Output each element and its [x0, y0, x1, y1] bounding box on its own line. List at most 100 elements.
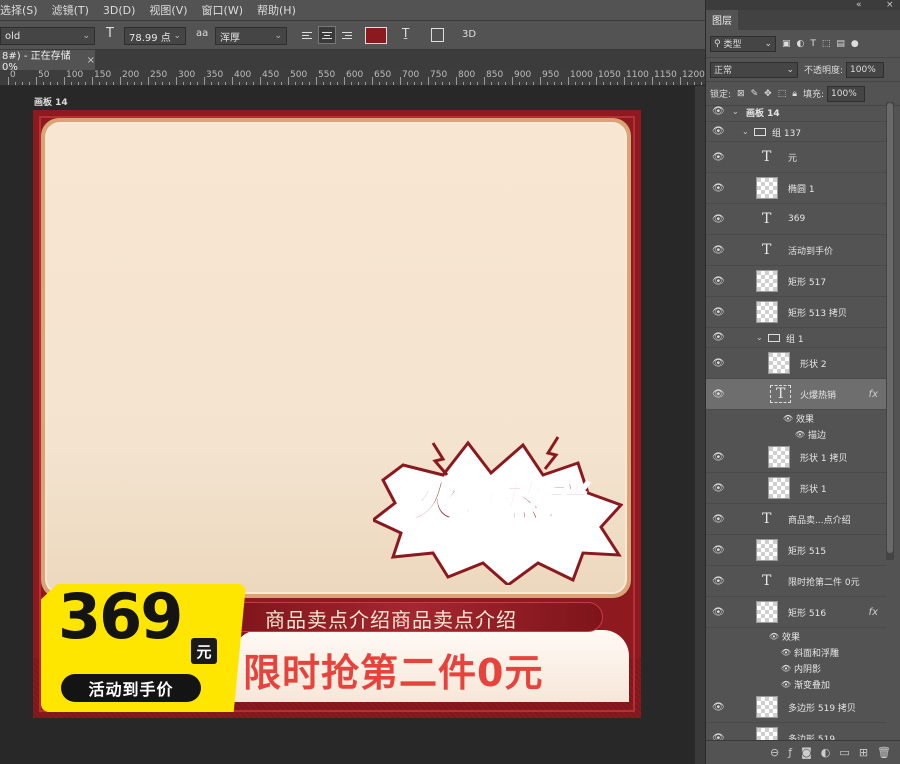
- eye-icon[interactable]: 👁︎: [712, 214, 725, 225]
- fx-icon[interactable]: fx: [869, 607, 878, 618]
- menu-view[interactable]: 视图(V): [149, 2, 187, 18]
- new-group-icon[interactable]: ▭: [839, 746, 849, 759]
- menu-window[interactable]: 窗口(W): [202, 2, 243, 18]
- align-left-button[interactable]: [299, 26, 317, 44]
- layer-effect-stroke[interactable]: 👁︎ 描边: [706, 426, 886, 442]
- eye-icon[interactable]: 👁︎: [712, 183, 725, 194]
- layer-effects[interactable]: 👁︎ 效果: [706, 410, 886, 426]
- eye-icon[interactable]: 👁︎: [712, 545, 725, 556]
- artboard[interactable]: 火爆热销 商品卖点介绍商品卖点介绍 限时抢第二件0元 369 元 活动到手价: [33, 110, 641, 718]
- layer-shape[interactable]: 👁︎ 形状 1: [706, 473, 886, 504]
- layer-group[interactable]: 👁︎ ⌄ 组 1: [706, 328, 886, 348]
- layers-tab[interactable]: 图层: [706, 9, 738, 30]
- layer-effect-gradient-overlay[interactable]: 👁︎ 渐变叠加: [706, 676, 886, 692]
- adjustment-layer-icon[interactable]: ◐: [821, 746, 831, 759]
- layer-text[interactable]: 👁︎ T 商品卖...点介绍: [706, 504, 886, 535]
- eye-icon[interactable]: 👁︎: [780, 680, 792, 689]
- menu-filter[interactable]: 滤镜(T): [52, 2, 89, 18]
- layer-shape[interactable]: 👁︎ 形状 2: [706, 348, 886, 379]
- align-center-button[interactable]: [318, 26, 336, 44]
- smart-object-filter-icon[interactable]: ▤: [836, 39, 845, 49]
- add-mask-icon[interactable]: ◙: [801, 746, 812, 759]
- text-color-swatch[interactable]: [365, 27, 387, 44]
- layer-shape[interactable]: 👁︎ 矩形 513 拷贝: [706, 297, 886, 328]
- filter-toggle-icon[interactable]: ●: [851, 39, 859, 49]
- lock-position-icon[interactable]: ✥: [764, 89, 772, 99]
- eye-icon[interactable]: 👁︎: [780, 664, 792, 673]
- eye-icon[interactable]: 👁︎: [712, 358, 725, 369]
- blend-mode-select[interactable]: 正常 ⌄: [710, 61, 798, 78]
- pixel-filter-icon[interactable]: ▣: [782, 39, 791, 49]
- eye-icon[interactable]: 👁︎: [780, 648, 792, 657]
- menu-select[interactable]: 选择(S): [0, 2, 38, 18]
- document-tab[interactable]: 8#) - 正在存储 0% ×: [0, 50, 95, 73]
- align-right-button[interactable]: [337, 26, 355, 44]
- character-panel-icon[interactable]: [431, 28, 444, 42]
- layer-effects[interactable]: 👁︎ 效果: [706, 628, 886, 644]
- lock-all-icon[interactable]: 🔒︎: [792, 89, 797, 99]
- font-style-select[interactable]: old ⌄: [0, 27, 95, 45]
- eye-icon[interactable]: 👁︎: [712, 307, 725, 318]
- layer-shape[interactable]: 👁︎ 形状 1 拷贝: [706, 442, 886, 473]
- eye-icon[interactable]: 👁︎: [712, 702, 725, 713]
- chevron-down-icon[interactable]: ⌄: [732, 107, 739, 116]
- eye-icon[interactable]: 👁︎: [712, 245, 725, 256]
- eye-icon[interactable]: 👁︎: [712, 106, 725, 117]
- layer-text-selected[interactable]: 👁︎ T 火爆热销 fx: [706, 379, 886, 410]
- eye-icon[interactable]: 👁︎: [712, 389, 725, 400]
- lock-transparent-icon[interactable]: ⊠: [737, 89, 745, 99]
- artboard-label[interactable]: 画板 14: [34, 95, 68, 108]
- shape-filter-icon[interactable]: ⬚: [822, 39, 831, 49]
- layer-effect-bevel[interactable]: 👁︎ 斜面和浮雕: [706, 644, 886, 660]
- eye-icon[interactable]: 👁︎: [782, 414, 794, 423]
- layer-shape[interactable]: 👁︎ 矩形 515: [706, 535, 886, 566]
- layer-shape[interactable]: 👁︎ 矩形 516 fx: [706, 597, 886, 628]
- eye-icon[interactable]: 👁︎: [768, 632, 780, 641]
- opacity-field[interactable]: 100%: [846, 61, 885, 78]
- eye-icon[interactable]: 👁︎: [712, 276, 725, 287]
- trash-icon[interactable]: 🗑︎: [877, 746, 891, 759]
- eye-icon[interactable]: 👁︎: [712, 332, 725, 343]
- close-icon[interactable]: ×: [886, 0, 894, 10]
- fx-icon[interactable]: fx: [869, 389, 878, 400]
- text-filter-icon[interactable]: T: [810, 39, 816, 49]
- menu-help[interactable]: 帮助(H): [257, 2, 296, 18]
- eye-icon[interactable]: 👁︎: [712, 452, 725, 463]
- collapse-panel-icon[interactable]: «: [856, 0, 862, 10]
- fill-field[interactable]: 100%: [827, 85, 866, 102]
- font-size-field[interactable]: 78.99 点 ⌄: [124, 27, 186, 45]
- lock-artboard-icon[interactable]: ⬚: [778, 89, 787, 99]
- layer-text[interactable]: 👁︎ T 369: [706, 204, 886, 235]
- antialias-select[interactable]: 浑厚 ⌄: [215, 27, 287, 45]
- eye-icon[interactable]: 👁︎: [712, 576, 725, 587]
- 3d-button[interactable]: 3D: [462, 29, 476, 40]
- layer-artboard[interactable]: 👁︎ ⌄ 画板 14: [706, 102, 886, 122]
- layer-shape[interactable]: 👁︎ 多边形 519 拷贝: [706, 692, 886, 723]
- adjustment-filter-icon[interactable]: ◐: [797, 39, 805, 49]
- layer-text[interactable]: 👁︎ T 活动到手价: [706, 235, 886, 266]
- layer-text[interactable]: 👁︎ T 限时抢第二件 0元: [706, 566, 886, 597]
- layer-effect-inner-shadow[interactable]: 👁︎ 内阴影: [706, 660, 886, 676]
- eye-icon[interactable]: 👁︎: [794, 430, 806, 439]
- menu-3d[interactable]: 3D(D): [103, 4, 136, 17]
- eye-icon[interactable]: 👁︎: [712, 514, 725, 525]
- layer-group[interactable]: 👁︎ ⌄ 组 137: [706, 122, 886, 142]
- new-layer-icon[interactable]: ⊞: [859, 746, 868, 759]
- eye-icon[interactable]: 👁︎: [712, 152, 725, 163]
- layer-shape[interactable]: 👁︎ 矩形 517: [706, 266, 886, 297]
- lock-pixels-icon[interactable]: ✎: [751, 89, 759, 99]
- warp-text-icon[interactable]: Ṯ: [402, 26, 409, 40]
- chevron-down-icon[interactable]: ⌄: [742, 127, 749, 136]
- layer-text[interactable]: 👁︎ T 元: [706, 142, 886, 173]
- eye-icon[interactable]: 👁︎: [712, 126, 725, 137]
- filter-kind-select[interactable]: ⚲ 类型 ⌄: [710, 35, 776, 52]
- scrollbar-thumb[interactable]: [887, 103, 893, 553]
- chevron-down-icon[interactable]: ⌄: [756, 333, 763, 342]
- layers-scrollbar[interactable]: [886, 102, 894, 560]
- link-layers-icon[interactable]: ⊖: [770, 746, 779, 759]
- fx-menu-icon[interactable]: ƒ: [788, 746, 792, 759]
- eye-icon[interactable]: 👁︎: [712, 607, 725, 618]
- layer-shape[interactable]: 👁︎ 椭圆 1: [706, 173, 886, 204]
- eye-icon[interactable]: 👁︎: [712, 483, 725, 494]
- close-icon[interactable]: ×: [87, 55, 95, 66]
